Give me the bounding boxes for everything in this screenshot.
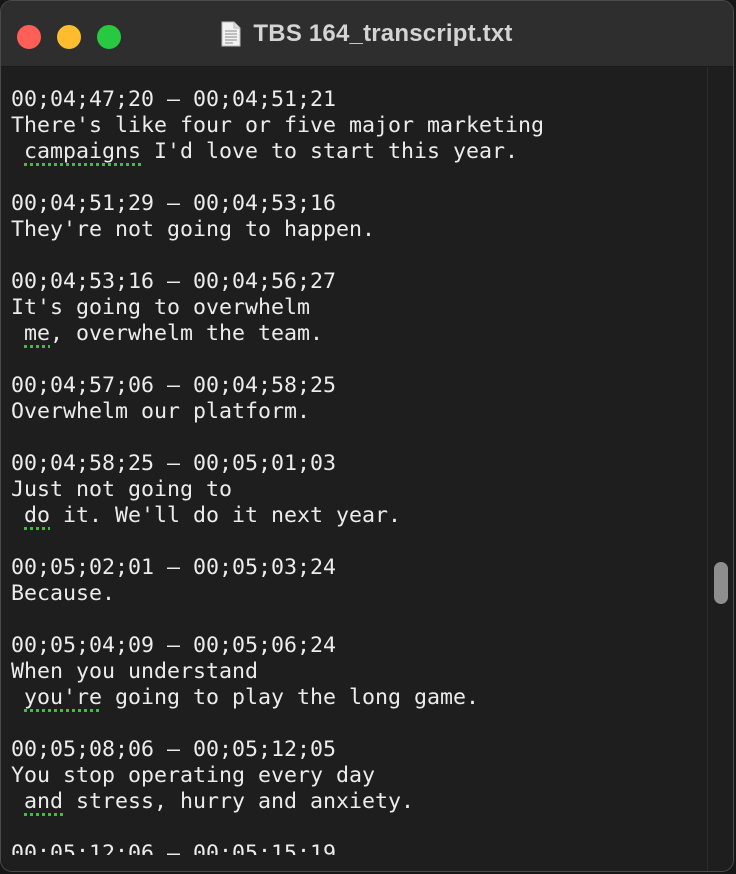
- transcript-entry: 00;04;47;20 – 00;04;51;21 There's like f…: [11, 87, 544, 165]
- caption-line: They're not going to happen.: [11, 217, 376, 242]
- timestamp-line: 00;04;57;06 – 00;04;58;25: [11, 373, 337, 398]
- partially-visible-line: 00;05;12;06 – 00;05;15;19: [11, 841, 337, 855]
- timestamp-line: 00;04;47;20 – 00;04;51;21: [11, 87, 337, 112]
- caption-line-continued: campaigns I'd love to start this year.: [24, 139, 519, 164]
- caption-line: When you understand: [11, 659, 259, 684]
- text-document-icon[interactable]: [221, 21, 241, 47]
- transcript-entry: 00;05;02;01 – 00;05;03;24 Because.: [11, 555, 544, 607]
- timestamp-line: 00;04;51;29 – 00;04;53;16: [11, 191, 337, 216]
- minimize-icon[interactable]: [57, 25, 81, 49]
- caption-line: Overwhelm our platform.: [11, 399, 311, 424]
- caption-line: Just not going to: [11, 477, 233, 502]
- caption-line: You stop operating every day: [11, 763, 376, 788]
- caption-line-continued: me, overwhelm the team.: [24, 321, 324, 346]
- transcript-entry: 00;04;53;16 – 00;04;56;27 It's going to …: [11, 269, 544, 347]
- timestamp-line: 00;05;04;09 – 00;05;06;24: [11, 633, 337, 658]
- spellcheck-word[interactable]: me: [24, 321, 50, 346]
- title-bar[interactable]: TBS 164_transcript.txt: [1, 1, 733, 67]
- text-editor-window: TBS 164_transcript.txt 00;04;47;20 – 00;…: [0, 0, 734, 872]
- vertical-scrollbar[interactable]: [707, 67, 733, 871]
- transcript-entry: 00;04;57;06 – 00;04;58;25 Overwhelm our …: [11, 373, 544, 425]
- timestamp-line: 00;05;02;01 – 00;05;03;24: [11, 555, 337, 580]
- caption-line-continued: do it. We'll do it next year.: [24, 503, 402, 528]
- caption-line: It's going to overwhelm: [11, 295, 311, 320]
- caption-line: Because.: [11, 581, 116, 606]
- transcript-entry: 00;04;51;29 – 00;04;53;16 They're not go…: [11, 191, 544, 243]
- caption-line-continued: and stress, hurry and anxiety.: [24, 789, 415, 814]
- window-title: TBS 164_transcript.txt: [253, 20, 513, 47]
- zoom-icon[interactable]: [97, 25, 121, 49]
- caption-line-continued: you're going to play the long game.: [24, 685, 480, 710]
- scrollbar-thumb[interactable]: [714, 562, 728, 604]
- timestamp-line: 00;05;08;06 – 00;05;12;05: [11, 737, 337, 762]
- spellcheck-word[interactable]: and: [24, 789, 63, 814]
- timestamp-line: 00;04;58;25 – 00;05;01;03: [11, 451, 337, 476]
- transcript-entry: 00;04;58;25 – 00;05;01;03 Just not going…: [11, 451, 544, 529]
- spellcheck-word[interactable]: you're: [24, 685, 102, 710]
- caption-line: There's like four or five major marketin…: [11, 113, 545, 138]
- text-content-area[interactable]: 00;04;47;20 – 00;04;51;21 There's like f…: [1, 67, 707, 871]
- spellcheck-word[interactable]: campaigns: [24, 139, 141, 164]
- transcript-entry: 00;05;04;09 – 00;05;06;24 When you under…: [11, 633, 544, 711]
- transcript-entry: 00;05;08;06 – 00;05;12;05 You stop opera…: [11, 737, 544, 815]
- transcript-text[interactable]: 00;04;47;20 – 00;04;51;21 There's like f…: [11, 87, 544, 841]
- timestamp-line: 00;04;53;16 – 00;04;56;27: [11, 269, 337, 294]
- close-icon[interactable]: [17, 25, 41, 49]
- spellcheck-word[interactable]: do: [24, 503, 50, 528]
